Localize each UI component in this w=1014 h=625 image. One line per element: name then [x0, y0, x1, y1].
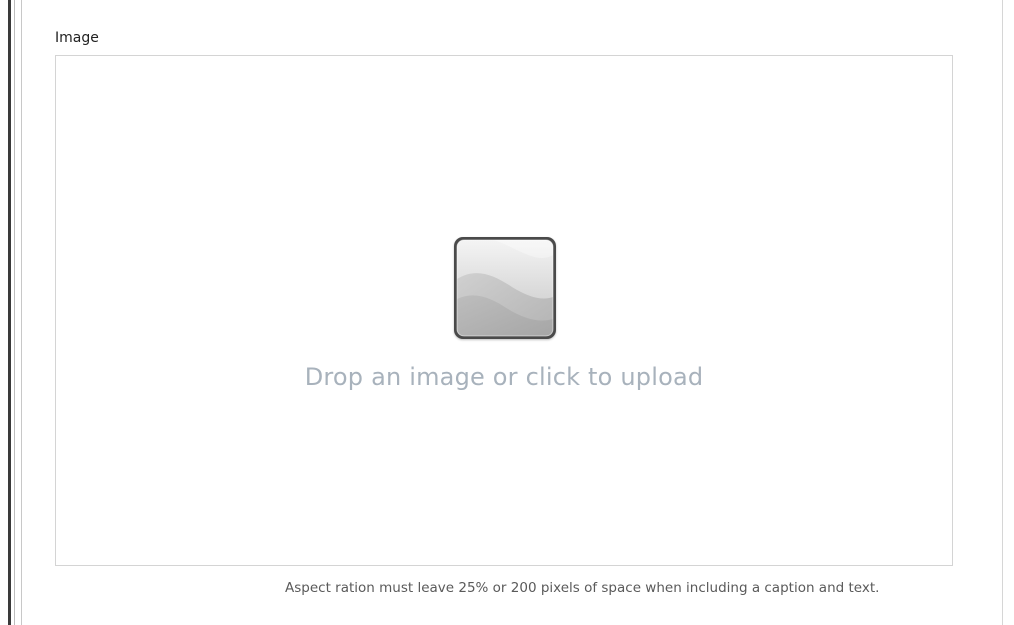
left-divider-inner — [21, 0, 22, 625]
upload-prompt: Drop an image or click to upload — [304, 363, 704, 391]
image-placeholder-icon — [454, 237, 556, 339]
image-upload-panel: Image Drop an image or click to upload A… — [0, 0, 1014, 625]
image-dropzone[interactable]: Drop an image or click to upload — [55, 55, 953, 566]
right-divider — [1002, 0, 1003, 625]
image-field-label: Image — [55, 30, 99, 46]
aspect-ratio-help-text: Aspect ration must leave 25% or 200 pixe… — [285, 580, 880, 596]
left-border — [8, 0, 11, 625]
left-divider — [14, 0, 15, 625]
